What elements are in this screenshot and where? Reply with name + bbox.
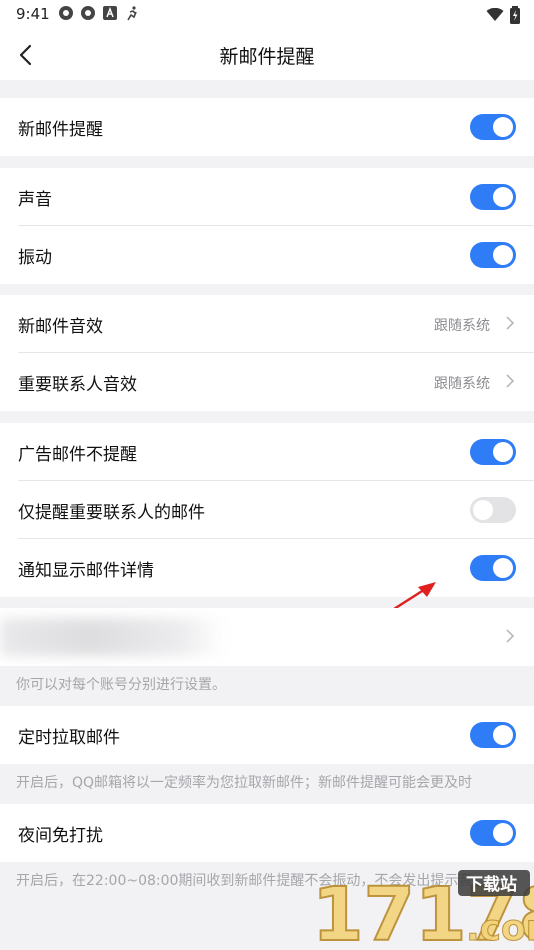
row-label: 广告邮件不提醒 <box>18 445 137 465</box>
row-important-contact-sound[interactable]: 重要联系人音效 跟随系统 <box>0 353 534 411</box>
watermark-logo: 17178 下载站 .com <box>311 870 534 950</box>
group-sound-vibrate: 声音 振动 <box>0 168 534 284</box>
row-important-contacts-only[interactable]: 仅提醒重要联系人的邮件 <box>0 481 534 539</box>
important-only-toggle[interactable] <box>470 497 516 523</box>
group-fetch: 定时拉取邮件 <box>0 706 534 764</box>
scheduled-fetch-toggle[interactable] <box>470 722 516 748</box>
row-label: 重要联系人音效 <box>18 375 137 395</box>
toggle-knob <box>493 117 513 137</box>
status-icons <box>58 5 140 21</box>
status-right-icons <box>486 6 520 24</box>
navigation-bar: 新邮件提醒 <box>0 30 534 80</box>
toggle-knob <box>473 500 493 520</box>
running-icon <box>127 6 137 21</box>
row-label: 通知显示邮件详情 <box>18 561 154 581</box>
ad-mail-toggle[interactable] <box>470 439 516 465</box>
toggle-knob <box>493 725 513 745</box>
sound-toggle[interactable] <box>470 184 516 210</box>
row-value: 跟随系统 <box>434 318 490 334</box>
row-ad-mail-no-alert[interactable]: 广告邮件不提醒 <box>0 423 534 481</box>
fetch-footnote: 开启后，QQ邮箱将以一定频率为您拉取新邮件；新邮件提醒可能会更及时 <box>16 775 473 791</box>
account-footnote: 你可以对每个账号分别进行设置。 <box>16 677 226 693</box>
row-label: 定时拉取邮件 <box>18 728 120 748</box>
aperture-icon <box>59 6 73 20</box>
app-a-icon <box>103 6 117 20</box>
row-label: 新邮件提醒 <box>18 120 103 140</box>
page-title: 新邮件提醒 <box>219 46 315 68</box>
group-sound-effects: 新邮件音效 跟随系统 重要联系人音效 跟随系统 <box>0 295 534 411</box>
row-value: 跟随系统 <box>434 376 490 392</box>
night-dnd-toggle[interactable] <box>470 820 516 846</box>
row-label: 仅提醒重要联系人的邮件 <box>18 503 205 523</box>
show-details-toggle[interactable] <box>470 555 516 581</box>
row-label: 夜间免打扰 <box>18 826 103 846</box>
toggle-knob <box>493 442 513 462</box>
blurred-account-name <box>0 618 225 656</box>
toggle-knob <box>493 245 513 265</box>
row-new-mail-alert[interactable]: 新邮件提醒 <box>0 98 534 156</box>
row-show-mail-details[interactable]: 通知显示邮件详情 <box>0 539 534 597</box>
toggle-knob <box>493 823 513 843</box>
group-new-mail-alert: 新邮件提醒 <box>0 98 534 156</box>
row-scheduled-fetch[interactable]: 定时拉取邮件 <box>0 706 534 764</box>
new-mail-alert-toggle[interactable] <box>470 114 516 140</box>
vibrate-toggle[interactable] <box>470 242 516 268</box>
battery-charging-icon <box>510 6 520 24</box>
row-vibrate[interactable]: 振动 <box>0 226 534 284</box>
wifi-icon <box>486 8 504 21</box>
group-filters: 广告邮件不提醒 仅提醒重要联系人的邮件 通知显示邮件详情 <box>0 423 534 597</box>
chevron-right-icon <box>506 374 515 388</box>
aperture-icon <box>81 6 95 20</box>
chevron-right-icon <box>506 629 515 643</box>
watermark-badge: 下载站 <box>466 874 517 895</box>
status-bar: 9:41 <box>0 0 534 30</box>
row-night-dnd[interactable]: 夜间免打扰 <box>0 804 534 862</box>
watermark-domain: .com <box>466 908 534 949</box>
toggle-knob <box>493 558 513 578</box>
account-row[interactable] <box>0 608 534 666</box>
row-label: 新邮件音效 <box>18 317 103 337</box>
group-night: 夜间免打扰 <box>0 804 534 862</box>
toggle-knob <box>493 187 513 207</box>
chevron-right-icon <box>506 316 515 330</box>
row-label: 声音 <box>18 190 52 210</box>
row-sound[interactable]: 声音 <box>0 168 534 226</box>
row-new-mail-sound[interactable]: 新邮件音效 跟随系统 <box>0 295 534 353</box>
status-time: 9:41 <box>16 5 50 23</box>
row-label: 振动 <box>18 248 52 268</box>
